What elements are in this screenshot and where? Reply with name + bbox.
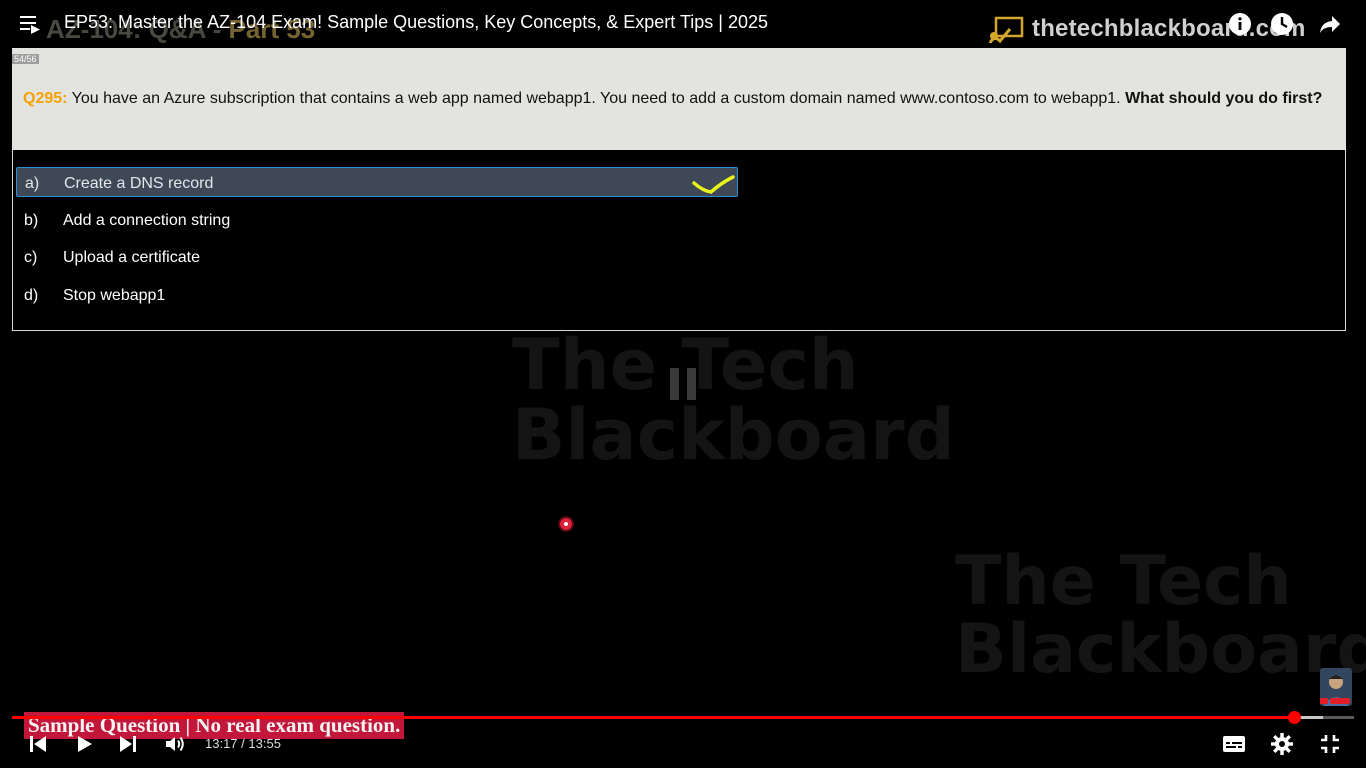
playlist-menu-icon[interactable]	[20, 16, 40, 34]
brand-line-2: Blackboard	[955, 610, 1366, 689]
option-letter: d)	[24, 287, 39, 304]
exit-fullscreen-icon[interactable]	[1318, 732, 1342, 756]
brand-line-1: The Tech	[955, 542, 1292, 621]
option-text: Stop webapp1	[63, 287, 166, 304]
time-total: 13:55	[248, 736, 281, 751]
option-c: c) Upload a certificate	[16, 242, 738, 272]
pause-indicator-icon	[670, 368, 698, 400]
corner-brand-watermark: The Tech Blackboard	[955, 548, 1366, 684]
blackboard-logo-icon	[988, 16, 1024, 43]
scrubber-handle[interactable]	[1287, 711, 1301, 724]
option-text: Upload a certificate	[63, 249, 200, 266]
option-b: b) Add a connection string	[16, 205, 738, 235]
brand-text: thetechblackboard.com	[1032, 15, 1306, 42]
settings-gear-icon[interactable]	[1270, 732, 1294, 756]
previous-icon[interactable]	[26, 732, 50, 756]
question-prompt: What should you do first?	[1125, 90, 1323, 107]
video-title[interactable]: EP53: Master the AZ-104 Exam! Sample Que…	[64, 12, 768, 33]
brand-line-2: Blackboard	[512, 394, 955, 476]
progress-bar[interactable]	[12, 711, 1354, 724]
next-icon[interactable]	[116, 732, 140, 756]
brand-line-1: The Tech	[512, 324, 859, 406]
time-display: 13:17 / 13:55	[205, 736, 281, 751]
option-letter: a)	[25, 175, 40, 192]
option-letter: b)	[24, 212, 39, 229]
option-letter: c)	[24, 249, 38, 266]
play-icon[interactable]	[72, 732, 96, 756]
watch-later-clock-icon[interactable]	[1270, 12, 1294, 36]
channel-brand: thetechblackboard.com	[988, 14, 1306, 44]
subtitles-icon[interactable]	[1222, 732, 1246, 756]
slide-header: 54/56 Q295: You have an Azure subscripti…	[12, 48, 1346, 150]
center-brand-watermark: The Tech Blackboard	[512, 330, 955, 470]
played-bar	[12, 716, 1294, 719]
channel-avatar[interactable]	[1320, 668, 1352, 706]
info-icon[interactable]	[1228, 12, 1252, 36]
question-text: You have an Azure subscription that cont…	[67, 90, 1126, 107]
top-bar: AZ-104: Q&A - Part 53 EP53: Master the A…	[0, 0, 1366, 48]
option-text: Create a DNS record	[64, 175, 214, 192]
checkmark-icon	[692, 175, 735, 194]
question-number: Q295:	[23, 90, 68, 107]
volume-icon[interactable]	[163, 732, 187, 756]
share-icon[interactable]	[1318, 12, 1342, 36]
answer-options: a) Create a DNS record b) Add a connecti…	[12, 150, 1346, 331]
option-text: Add a connection string	[63, 212, 231, 229]
cursor-highlight-icon	[560, 518, 572, 530]
option-d: d) Stop webapp1	[16, 280, 738, 310]
time-current: 13:17	[205, 736, 238, 751]
slide-counter: 54/56	[12, 54, 39, 64]
question: Q295: You have an Azure subscription tha…	[23, 90, 1323, 108]
option-a: a) Create a DNS record	[16, 167, 738, 197]
